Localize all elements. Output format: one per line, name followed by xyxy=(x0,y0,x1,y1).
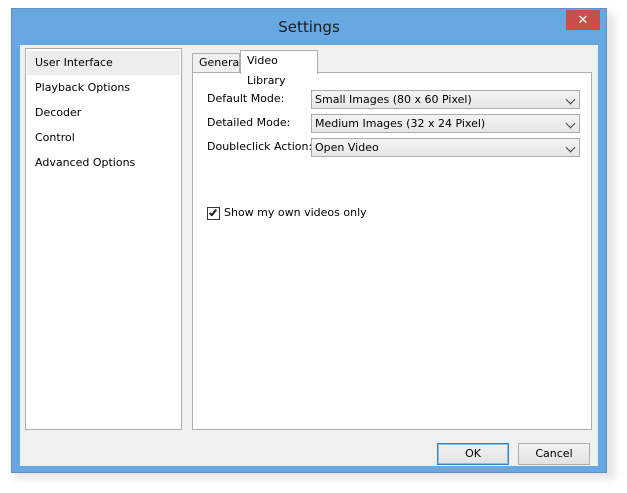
sidebar-item-decoder[interactable]: Decoder xyxy=(27,101,180,125)
close-icon: ✕ xyxy=(577,12,589,28)
detailed-mode-label: Detailed Mode: xyxy=(207,116,291,129)
sidebar-item-user-interface[interactable]: User Interface xyxy=(27,51,180,75)
own-videos-label[interactable]: Show my own videos only xyxy=(224,206,367,219)
sidebar-item-playback-options[interactable]: Playback Options xyxy=(27,76,180,100)
tab-video-library[interactable]: Video Library xyxy=(240,50,318,87)
sidebar-item-control[interactable]: Control xyxy=(27,126,180,150)
close-button[interactable]: ✕ xyxy=(566,10,600,30)
settings-window: Settings ✕ User Interface Playback Optio… xyxy=(11,8,607,473)
default-mode-dropdown[interactable]: Small Images (80 x 60 Pixel) xyxy=(311,90,580,109)
chevron-down-icon xyxy=(565,118,576,129)
detailed-mode-value: Medium Images (32 x 24 Pixel) xyxy=(315,117,486,130)
checkmark-icon xyxy=(208,207,218,217)
window-title: Settings xyxy=(278,18,340,36)
tab-general[interactable]: General xyxy=(192,53,242,72)
cancel-button[interactable]: Cancel xyxy=(518,443,590,465)
detailed-mode-dropdown[interactable]: Medium Images (32 x 24 Pixel) xyxy=(311,114,580,133)
dialog-body: User Interface Playback Options Decoder … xyxy=(20,45,598,466)
ok-button[interactable]: OK xyxy=(437,443,509,465)
doubleclick-action-value: Open Video xyxy=(315,141,379,154)
settings-category-list[interactable]: User Interface Playback Options Decoder … xyxy=(25,48,182,430)
title-bar[interactable]: Settings ✕ xyxy=(12,9,606,45)
video-library-panel: Default Mode: Small Images (80 x 60 Pixe… xyxy=(192,72,592,430)
sidebar-item-advanced-options[interactable]: Advanced Options xyxy=(27,151,180,175)
default-mode-label: Default Mode: xyxy=(207,92,285,105)
own-videos-checkbox[interactable] xyxy=(207,207,220,220)
doubleclick-action-label: Doubleclick Action: xyxy=(207,140,313,153)
default-mode-value: Small Images (80 x 60 Pixel) xyxy=(315,93,472,106)
chevron-down-icon xyxy=(565,94,576,105)
chevron-down-icon xyxy=(565,142,576,153)
doubleclick-action-dropdown[interactable]: Open Video xyxy=(311,138,580,157)
